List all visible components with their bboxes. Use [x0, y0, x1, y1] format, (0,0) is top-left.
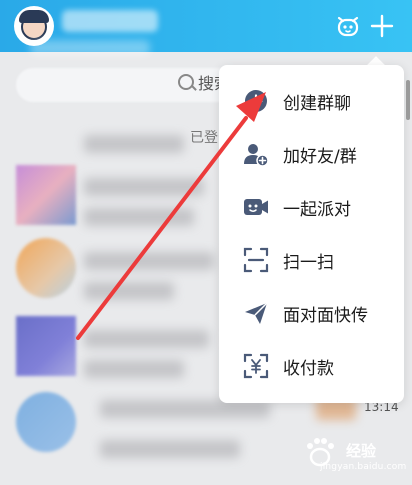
baidu-paw-logo — [307, 438, 334, 467]
watermark-url: jingyan.baidu.com — [320, 462, 407, 472]
annotation-arrow — [76, 92, 266, 340]
watermark-brand: 经验 — [346, 442, 377, 460]
qq-main-screen: 搜索 已登录 13:14 创建群聊 加好友/群 一起派对 扫一扫 面对面快传 收… — [0, 0, 412, 485]
